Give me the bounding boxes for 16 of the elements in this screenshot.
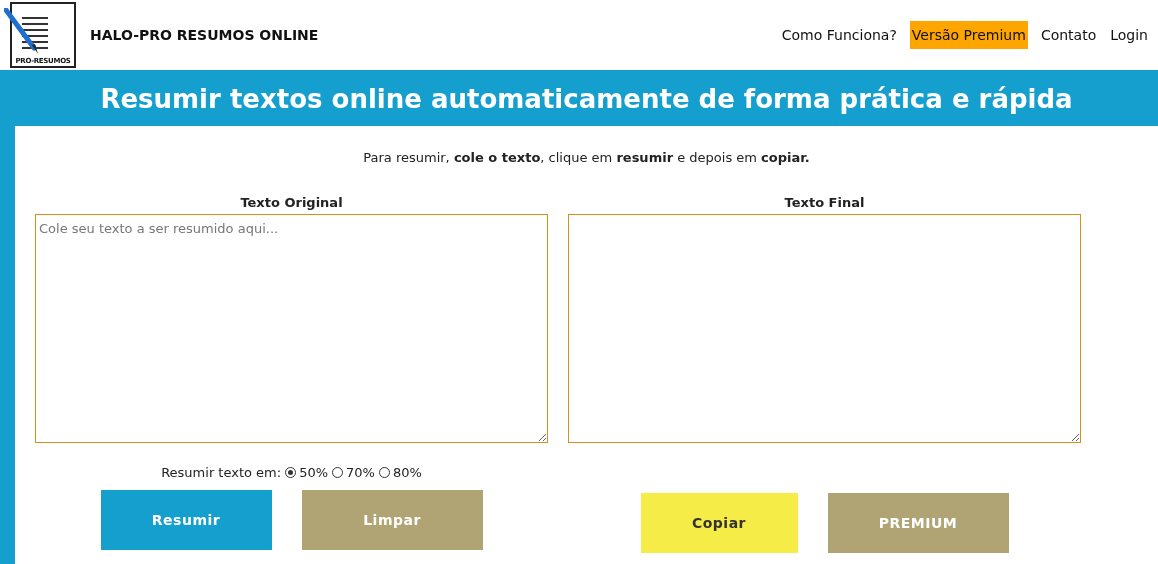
final-text-field[interactable] [568, 214, 1081, 443]
nav-link[interactable]: Contato [1039, 21, 1098, 49]
site-name: HALO-PRO RESUMOS ONLINE [90, 27, 319, 43]
action-button[interactable]: Copiar [640, 493, 798, 553]
field-label: Texto Final [784, 195, 865, 210]
nav-link[interactable]: Login [1109, 21, 1149, 49]
nav-link[interactable]: Versão Premium [909, 21, 1028, 49]
instructions: Para resumir, cole o texto, clique em resumir e depois em copiar. [362, 150, 811, 165]
radio-label: 50% [299, 465, 329, 480]
nav-link[interactable]: Como Funciona? [780, 21, 898, 49]
original-text-field[interactable]: Cole seu texto a ser resumido aqui... [35, 214, 548, 443]
radio-label: 70% [346, 465, 375, 480]
field-label: Texto Original [240, 195, 343, 210]
radio-label: 80% [392, 465, 422, 480]
ratio-label: Resumir texto em: [161, 465, 282, 480]
page-title: Resumir textos online automaticamente de forma prática e rápida [99, 83, 1074, 116]
